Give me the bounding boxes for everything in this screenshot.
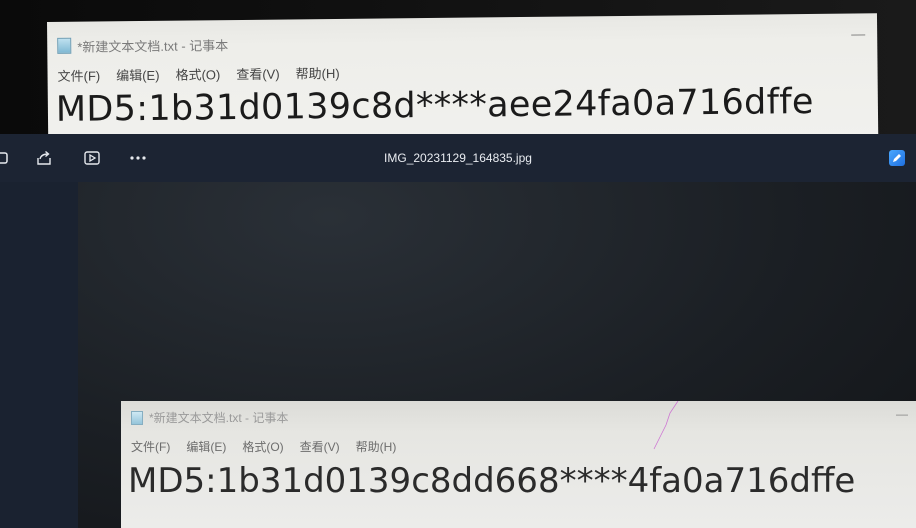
notepad-file-icon — [131, 410, 143, 425]
notepad-menu-bar: 文件(F) 编辑(E) 格式(O) 查看(V) 帮助(H) — [57, 63, 339, 85]
menu-format: 格式(O) — [242, 440, 284, 454]
viewer-left-strip — [0, 182, 78, 528]
menu-file: 文件(F) — [131, 440, 171, 454]
menu-edit: 编辑(E) — [116, 67, 160, 84]
menu-edit: 编辑(E) — [186, 440, 227, 454]
image-filename: IMG_20231129_164835.jpg — [384, 151, 532, 165]
top-photo: *新建文本文档.txt - 记事本 — 文件(F) 编辑(E) 格式(O) 查看… — [0, 0, 916, 134]
notepad-window-top: *新建文本文档.txt - 记事本 — 文件(F) 编辑(E) 格式(O) 查看… — [47, 13, 879, 134]
notepad-file-icon — [57, 37, 72, 54]
viewer-toolbar: IMG_20231129_164835.jpg — [0, 134, 916, 182]
menu-help: 帮助(H) — [295, 65, 340, 82]
notepad-title: *新建文本文档.txt - 记事本 — [149, 411, 289, 425]
menu-file: 文件(F) — [57, 68, 101, 84]
menu-view: 查看(V) — [299, 440, 340, 454]
menu-view: 查看(V) — [236, 66, 280, 83]
notepad-title: *新建文本文档.txt - 记事本 — [77, 37, 229, 55]
menu-help: 帮助(H) — [355, 440, 397, 454]
minimize-icon: — — [896, 407, 908, 421]
minimize-icon: — — [851, 25, 866, 42]
md5-text: MD5:1b31d0139c8dd668****4fa0a716dffe — [128, 461, 856, 501]
edit-icon[interactable] — [889, 150, 905, 166]
menu-format: 格式(O) — [175, 67, 221, 83]
screen-scratch-mark — [653, 401, 679, 450]
notepad-title-bar: *新建文本文档.txt - 记事本 — [57, 34, 228, 56]
md5-text: MD5:1b31d0139c8d****aee24fa0a716dffe — [55, 81, 814, 130]
notepad-title-bar: *新建文本文档.txt - 记事本 — [131, 409, 288, 426]
notepad-menu-bar: 文件(F) 编辑(E) 格式(O) 查看(V) 帮助(H) — [131, 438, 396, 455]
notepad-window-bottom: *新建文本文档.txt - 记事本 — 文件(F) 编辑(E) 格式(O) 查看… — [121, 401, 916, 528]
